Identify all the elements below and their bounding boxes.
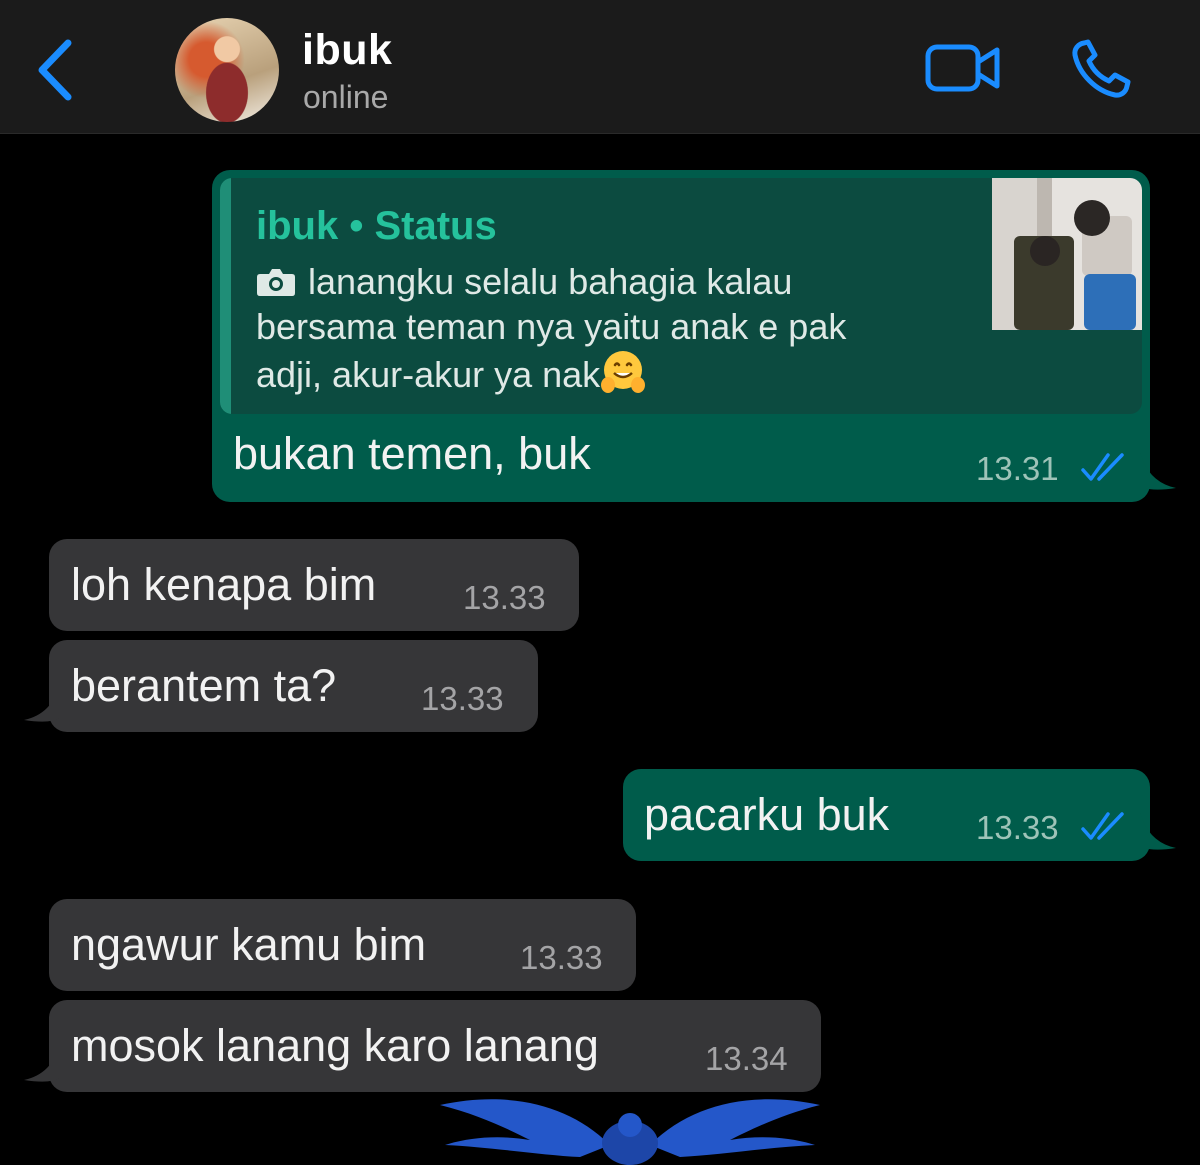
message-text: loh kenapa bim: [71, 559, 377, 610]
contact-name[interactable]: ibuk: [302, 26, 392, 75]
hugging-face-emoji-icon: [601, 351, 646, 393]
message-text: pacarku buk: [644, 789, 890, 840]
read-receipt-icon: [1081, 812, 1124, 840]
bubble-tail: [1140, 812, 1176, 850]
contact-status: online: [303, 79, 389, 115]
status-thumbnail-image: [992, 178, 1142, 330]
back-chevron-icon[interactable]: [30, 35, 80, 105]
quote-author: ibuk • Status: [256, 204, 497, 248]
message-text: mosok lanang karo lanang: [71, 1020, 599, 1071]
quote-text: lanangku selalu bahagia kalau bersama te…: [256, 261, 847, 395]
incoming-message-bubble[interactable]: loh kenapa bim 13.33: [49, 539, 579, 631]
incoming-message-bubble[interactable]: berantem ta? 13.33: [49, 640, 538, 732]
quote-accent-bar: [220, 178, 231, 414]
video-call-icon[interactable]: [925, 42, 1001, 94]
message-text: bukan temen, buk: [233, 428, 591, 479]
chat-header: ibuk online: [0, 0, 1200, 134]
message-time: 13.31: [976, 450, 1059, 487]
phone-call-icon[interactable]: [1070, 38, 1132, 100]
quoted-status[interactable]: ibuk • Status lanangku selalu bahagia ka…: [220, 178, 1142, 414]
bubble-tail: [1140, 452, 1176, 490]
bubble-tail: [24, 684, 60, 722]
message-time: 13.33: [520, 939, 603, 976]
outgoing-message-bubble[interactable]: pacarku buk 13.33: [623, 769, 1150, 861]
quote-text-block: lanangku selalu bahagia kalau bersama te…: [256, 259, 896, 397]
message-text: ngawur kamu bim: [71, 919, 427, 970]
contact-avatar[interactable]: [175, 18, 279, 122]
message-time: 13.33: [463, 579, 546, 616]
bubble-tail: [24, 1044, 60, 1082]
incoming-message-bubble[interactable]: ngawur kamu bim 13.33: [49, 899, 636, 991]
outgoing-message-bubble[interactable]: ibuk • Status lanangku selalu bahagia ka…: [212, 170, 1150, 502]
message-time: 13.34: [705, 1040, 788, 1077]
message-time: 13.33: [976, 809, 1059, 846]
message-text: berantem ta?: [71, 660, 337, 711]
camera-icon: [257, 269, 295, 296]
incoming-message-bubble[interactable]: mosok lanang karo lanang 13.34: [49, 1000, 821, 1092]
winged-emblem-icon: [440, 1099, 820, 1165]
message-time: 13.33: [421, 680, 504, 717]
read-receipt-icon: [1081, 453, 1124, 481]
